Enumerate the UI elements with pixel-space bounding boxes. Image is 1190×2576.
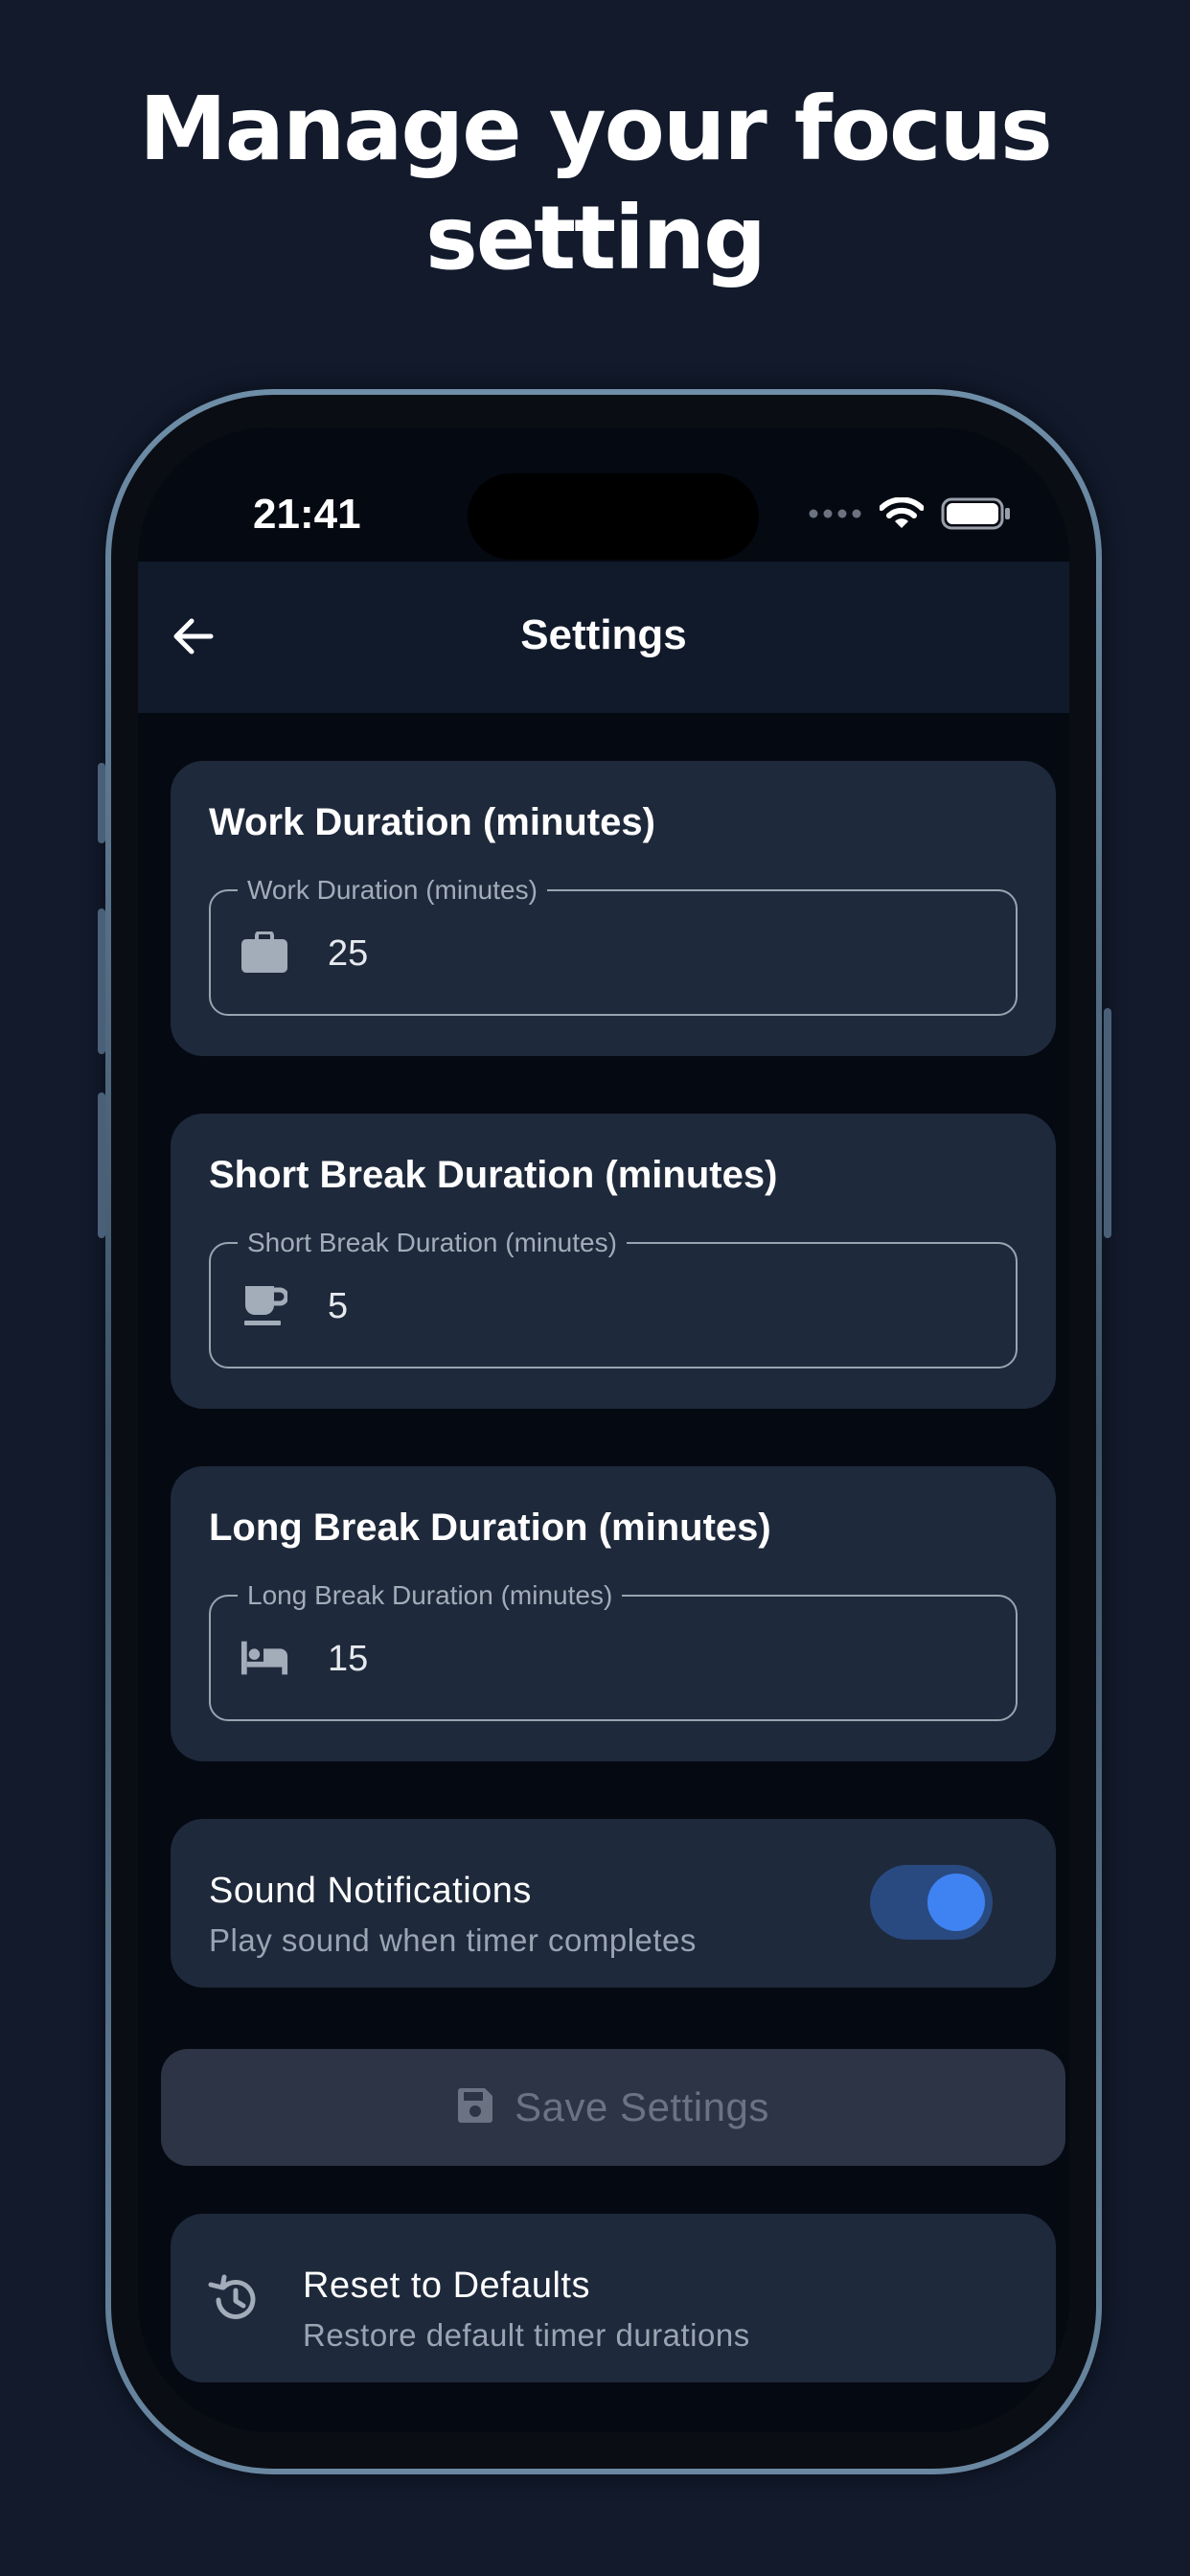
long-break-input[interactable] — [328, 1639, 903, 1680]
reset-defaults-subtitle: Restore default timer durations — [303, 2317, 750, 2353]
headline-line-1: Manage your focus — [139, 78, 1053, 180]
bed-icon — [240, 1635, 289, 1681]
short-break-field-label: Short Break Duration (minutes) — [238, 1228, 627, 1258]
save-settings-button[interactable]: Save Settings — [161, 2049, 1065, 2166]
page-title: Settings — [520, 611, 687, 658]
work-duration-input[interactable] — [328, 933, 903, 975]
long-break-title: Long Break Duration (minutes) — [209, 1506, 771, 1549]
battery-icon — [941, 497, 1012, 535]
coffee-cup-icon — [240, 1282, 289, 1328]
phone-volume-up — [98, 908, 105, 1054]
wifi-icon — [879, 495, 925, 535]
marketing-headline: Manage your focus setting — [0, 75, 1190, 293]
long-break-field-label: Long Break Duration (minutes) — [238, 1580, 623, 1611]
sound-notifications-card[interactable]: Sound Notifications Play sound when time… — [171, 1819, 1056, 1988]
short-break-card: Short Break Duration (minutes) Short Bre… — [171, 1114, 1056, 1409]
toggle-knob — [927, 1874, 985, 1931]
reset-defaults-title: Reset to Defaults — [303, 2266, 590, 2306]
history-icon — [205, 2271, 263, 2329]
sound-notifications-subtitle: Play sound when timer completes — [209, 1922, 697, 1958]
work-duration-title: Work Duration (minutes) — [209, 801, 655, 843]
short-break-title: Short Break Duration (minutes) — [209, 1154, 778, 1196]
dynamic-island — [468, 473, 759, 560]
phone-power-button — [1104, 1008, 1111, 1238]
work-duration-field[interactable]: Work Duration (minutes) — [209, 875, 1018, 1016]
work-duration-field-label: Work Duration (minutes) — [238, 875, 547, 906]
save-settings-label: Save Settings — [515, 2084, 769, 2129]
reset-defaults-card[interactable]: Reset to Defaults Restore default timer … — [171, 2214, 1056, 2382]
short-break-field[interactable]: Short Break Duration (minutes) — [209, 1228, 1018, 1368]
sound-notifications-title: Sound Notifications — [209, 1871, 532, 1911]
signal-dots-icon — [809, 507, 862, 524]
app-bar: Settings — [138, 562, 1069, 713]
headline-line-2: setting — [425, 187, 767, 289]
long-break-field[interactable]: Long Break Duration (minutes) — [209, 1580, 1018, 1721]
sound-notifications-toggle[interactable] — [870, 1865, 993, 1940]
long-break-card: Long Break Duration (minutes) Long Break… — [171, 1466, 1056, 1761]
work-duration-card: Work Duration (minutes) Work Duration (m… — [171, 761, 1056, 1056]
status-time: 21:41 — [253, 491, 361, 538]
floppy-disk-icon — [457, 2087, 493, 2128]
status-icons — [809, 495, 1012, 535]
short-break-input[interactable] — [328, 1286, 903, 1327]
phone-volume-down — [98, 1092, 105, 1238]
briefcase-icon — [240, 930, 289, 976]
phone-side-button — [98, 763, 105, 843]
phone-screen: 21:41 Settings Work Duration (minutes) W… — [138, 427, 1069, 2432]
